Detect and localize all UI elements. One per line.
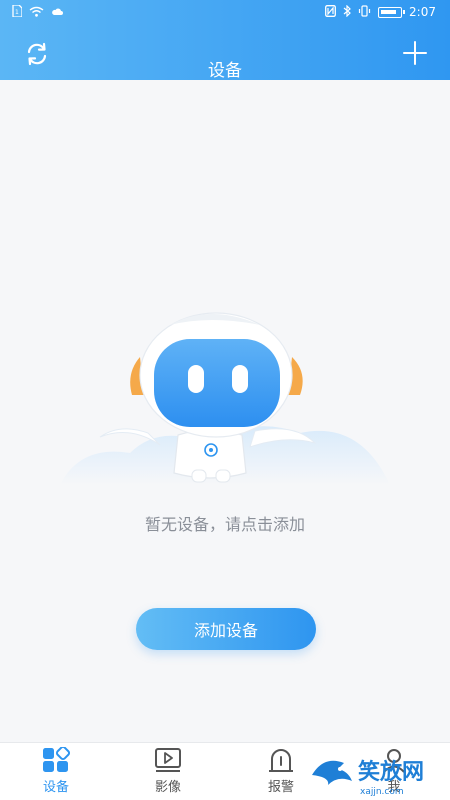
tab-label: 设备 [42, 780, 69, 795]
svg-text:1: 1 [15, 9, 19, 16]
tab-label: 报警 [267, 780, 294, 795]
cloud-icon [51, 7, 63, 18]
watermark-url: xajjn.com [360, 787, 404, 797]
page-title: 设备 [208, 61, 242, 81]
alarm-icon [267, 747, 295, 773]
battery-icon [378, 6, 406, 18]
bluetooth-icon [343, 4, 351, 19]
empty-message: 暂无设备，请点击添加 [144, 515, 305, 534]
status-time: 2:07 [409, 5, 436, 19]
tab-devices[interactable]: 设备 [21, 745, 91, 799]
sim-icon: 1 [12, 4, 23, 19]
status-bar: 1 2:07 [0, 0, 450, 24]
add-device-button[interactable]: 添加设备 [136, 608, 316, 650]
tab-media[interactable]: 影像 [133, 747, 203, 799]
device-grid-icon [42, 745, 71, 773]
wifi-icon [29, 6, 44, 19]
header-bar: 1 2:07 设备 [0, 0, 450, 81]
play-video-icon [154, 747, 182, 773]
vibrate-icon [358, 5, 371, 19]
nfc-icon [325, 5, 336, 19]
empty-robot-illustration [60, 295, 390, 495]
tab-label: 影像 [154, 780, 181, 795]
watermark-text: 笑放网 [358, 759, 424, 785]
watermark-logo: 笑放网 xajjn.com [304, 745, 444, 799]
plus-icon[interactable] [402, 40, 428, 66]
